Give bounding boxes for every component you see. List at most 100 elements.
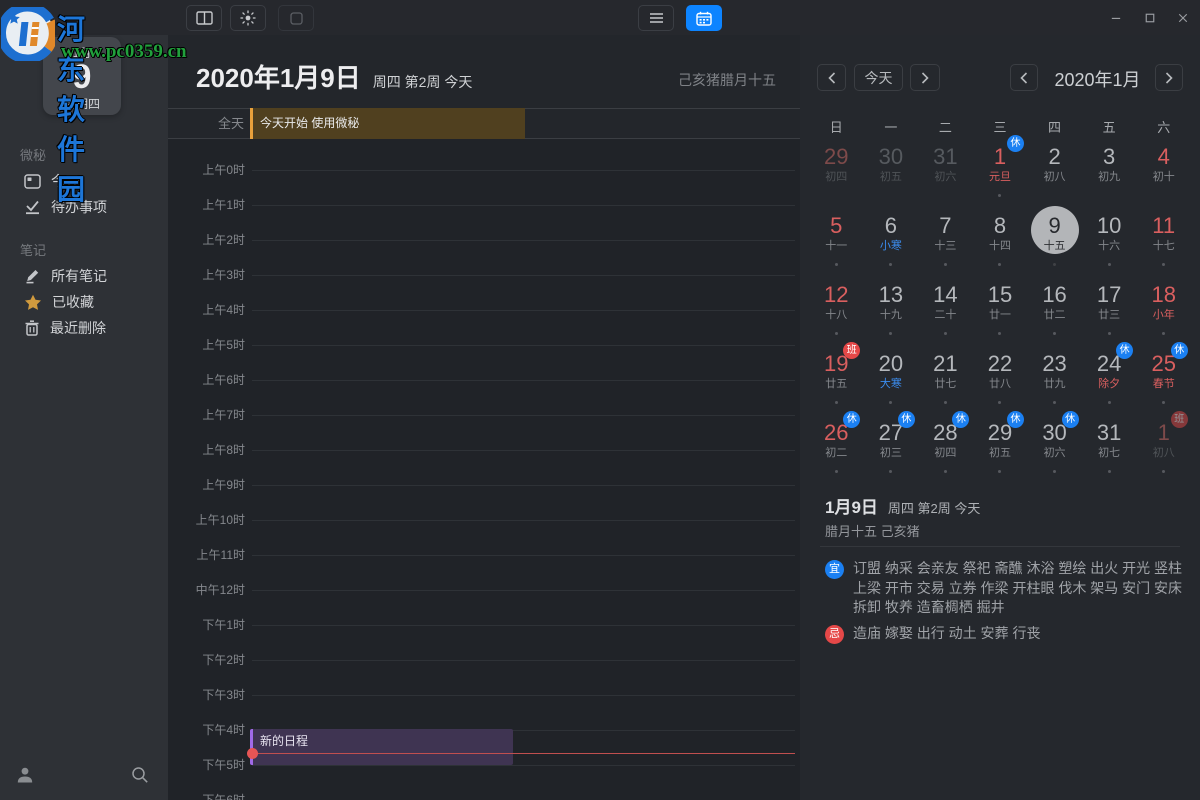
day-lunar-label: 初八 [1136, 447, 1191, 460]
theme-button[interactable] [230, 5, 266, 31]
mini-calendar-day[interactable]: 4初十 [1136, 139, 1191, 208]
hour-line [252, 765, 795, 766]
day-dot [889, 401, 892, 404]
prev-day-button[interactable] [817, 64, 846, 91]
rest-day-badge: 休 [898, 411, 915, 428]
mini-calendar-day[interactable]: 1初八班 [1136, 415, 1191, 484]
day-number: 10 [1082, 213, 1137, 239]
mini-calendar-day[interactable]: 14二十 [918, 277, 973, 346]
hour-label: 上午9时 [168, 477, 245, 493]
mini-calendar-day[interactable]: 18小年 [1136, 277, 1191, 346]
allday-event[interactable]: 今天开始 使用微秘 [250, 108, 525, 139]
calendar-view-button[interactable] [686, 5, 722, 31]
mini-calendar-day[interactable]: 25春节休 [1136, 346, 1191, 415]
star-icon [24, 294, 42, 311]
mini-calendar-day[interactable]: 10十六 [1082, 208, 1137, 277]
timed-event[interactable]: 新的日程 [250, 729, 513, 765]
mini-calendar-day[interactable]: 23廿九 [1027, 346, 1082, 415]
prev-month-button[interactable] [1010, 64, 1038, 91]
mini-calendar-day[interactable]: 11十七 [1136, 208, 1191, 277]
day-number: 18 [1136, 282, 1191, 308]
rest-day-badge: 休 [1007, 135, 1024, 152]
hour-label: 上午0时 [168, 162, 245, 178]
mini-calendar-day[interactable]: 3初九 [1082, 139, 1137, 208]
day-number: 5 [809, 213, 864, 239]
day-dot [889, 263, 892, 266]
profile-button[interactable] [13, 764, 37, 788]
today-button[interactable]: 今天 [854, 64, 903, 91]
mini-calendar-day[interactable]: 24除夕休 [1082, 346, 1137, 415]
mini-calendar-day[interactable]: 29初四 [809, 139, 864, 208]
mini-calendar-day[interactable]: 9十五 [1027, 208, 1082, 277]
mini-calendar-day[interactable]: 19廿五班 [809, 346, 864, 415]
day-lunar-label: 廿二 [1027, 309, 1082, 322]
frame-button[interactable] [278, 5, 314, 31]
sidebar-item-已收藏[interactable]: 已收藏 [0, 289, 168, 315]
day-dot [998, 470, 1001, 473]
mini-calendar-day[interactable]: 13十九 [864, 277, 919, 346]
hour-label: 上午2时 [168, 232, 245, 248]
day-lunar-label: 初十 [1136, 171, 1191, 184]
mini-calendar-day[interactable]: 12十八 [809, 277, 864, 346]
avoid-badge: 忌 [825, 625, 844, 644]
next-day-button[interactable] [910, 64, 940, 91]
mini-calendar-day[interactable]: 5十一 [809, 208, 864, 277]
search-button[interactable] [128, 764, 152, 788]
list-view-button[interactable] [638, 5, 674, 31]
day-view-title: 2020年1月9日 [196, 63, 361, 93]
titlebar [0, 0, 1200, 36]
mini-calendar-day[interactable]: 28初四休 [918, 415, 973, 484]
maximize-button[interactable] [1139, 8, 1161, 28]
mini-calendar-day[interactable]: 1元旦休 [973, 139, 1028, 208]
mini-calendar-day[interactable]: 16廿二 [1027, 277, 1082, 346]
mini-calendar-day[interactable]: 31初六 [918, 139, 973, 208]
weekday-label: 一 [864, 117, 919, 136]
mini-calendar-day[interactable]: 15廿一 [973, 277, 1028, 346]
allday-event-title: 今天开始 使用微秘 [253, 108, 525, 139]
next-month-button[interactable] [1155, 64, 1183, 91]
mini-calendar-day[interactable]: 29初五休 [973, 415, 1028, 484]
calendar-panel: 今天 2020年1月 日一二三四五六 29初四30初五31初六1元旦休2初八3初… [800, 35, 1200, 800]
mini-calendar-day[interactable]: 2初八 [1027, 139, 1082, 208]
sidebar-item-所有笔记[interactable]: 所有笔记 [0, 263, 168, 289]
calendar-icon [24, 173, 41, 189]
day-lunar-label: 小寒 [864, 240, 919, 253]
mini-calendar-day[interactable]: 26初二休 [809, 415, 864, 484]
day-number: 15 [973, 282, 1028, 308]
timed-event-title: 新的日程 [253, 729, 513, 749]
day-dot [835, 263, 838, 266]
sidebar-item-最近删除[interactable]: 最近删除 [0, 315, 168, 341]
mini-calendar-day[interactable]: 30初五 [864, 139, 919, 208]
mini-calendar-day[interactable]: 17廿三 [1082, 277, 1137, 346]
mini-calendar-day[interactable]: 7十三 [918, 208, 973, 277]
minimize-button[interactable] [1105, 8, 1127, 28]
mini-calendar-day[interactable]: 30初六休 [1027, 415, 1082, 484]
chevron-left-icon [828, 72, 836, 84]
allday-row: 全天 今天开始 使用微秘 [168, 108, 800, 139]
mini-calendar-day[interactable]: 8十四 [973, 208, 1028, 277]
day-lunar-label: 初四 [918, 447, 973, 460]
hour-label: 上午1时 [168, 197, 245, 213]
day-lunar-label: 初三 [864, 447, 919, 460]
mini-calendar-day[interactable]: 20大寒 [864, 346, 919, 415]
sidebar-item-今天[interactable]: 今天 [0, 168, 168, 194]
day-grid[interactable]: 新的日程 上午0时上午1时上午2时上午3时上午4时上午5时上午6时上午7时上午8… [168, 139, 800, 800]
almanac-date: 1月9日 [825, 498, 878, 517]
day-dot [1162, 332, 1165, 335]
close-button[interactable] [1172, 8, 1194, 28]
mini-calendar-day[interactable]: 27初三休 [864, 415, 919, 484]
hour-line [252, 310, 795, 311]
day-number: 11 [1136, 213, 1191, 239]
day-lunar-label: 除夕 [1082, 378, 1137, 391]
calendar-icon [696, 11, 712, 26]
mini-calendar-day[interactable]: 31初七 [1082, 415, 1137, 484]
hour-label: 下午5时 [168, 757, 245, 773]
day-view: 2020年1月9日周四 第2周 今天 己亥猪腊月十五 全天 今天开始 使用微秘 … [168, 35, 800, 800]
mini-calendar-day[interactable]: 6小寒 [864, 208, 919, 277]
mini-calendar-day[interactable]: 21廿七 [918, 346, 973, 415]
hour-line [252, 625, 795, 626]
sidebar-item-待办事项[interactable]: 待办事项 [0, 194, 168, 220]
mini-calendar-day[interactable]: 22廿八 [973, 346, 1028, 415]
sidebar-item-label: 所有笔记 [51, 266, 107, 286]
split-view-button[interactable] [186, 5, 222, 31]
